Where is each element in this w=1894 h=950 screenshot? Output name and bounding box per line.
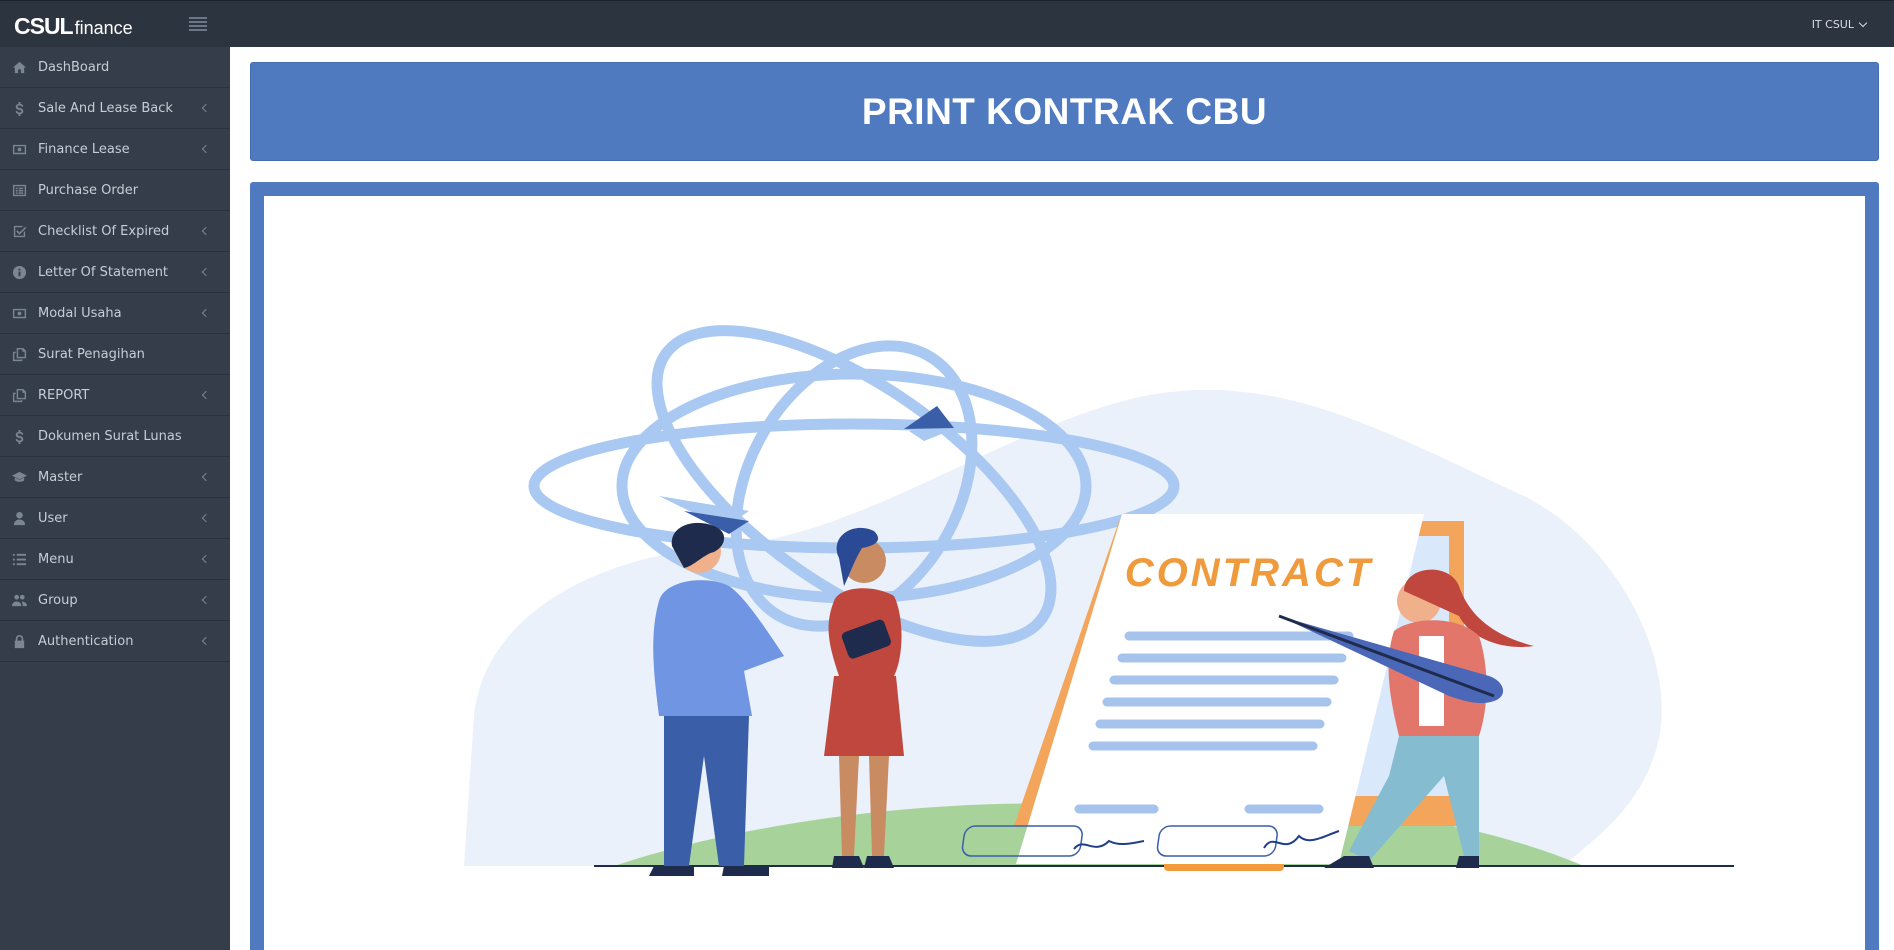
home-icon [11, 60, 28, 75]
sidebar-item-sale-and-lease-back[interactable]: Sale And Lease Back [0, 88, 230, 129]
sidebar-item-label: Authentication [38, 633, 134, 649]
sidebar-item-purchase-order[interactable]: Purchase Order [0, 170, 230, 211]
graduation-cap-icon [11, 470, 28, 485]
contract-illustration: CONTRACT [464, 325, 1734, 876]
money-icon [11, 306, 28, 321]
copy-icon [11, 347, 28, 362]
sidebar-item-label: Finance Lease [38, 141, 130, 157]
sidebar-item-group[interactable]: Group [0, 580, 230, 621]
dollar-icon [11, 101, 28, 116]
page-title-banner: PRINT KONTRAK CBU [250, 62, 1879, 161]
chevron-left-icon [201, 267, 211, 277]
sidebar-item-modal-usaha[interactable]: Modal Usaha [0, 293, 230, 334]
copy-icon [11, 388, 28, 403]
sidebar-item-surat-penagihan[interactable]: Surat Penagihan [0, 334, 230, 375]
lock-icon [11, 634, 28, 649]
sidebar-item-label: Dokumen Surat Lunas [38, 428, 182, 444]
sidebar: DashBoard Sale And Lease Back Finance Leas… [0, 47, 230, 950]
chevron-left-icon [201, 390, 211, 400]
user-menu-label: IT CSUL [1811, 18, 1854, 31]
brand-sub-text: finance [74, 18, 133, 38]
sidebar-item-report[interactable]: REPORT [0, 375, 230, 416]
chevron-left-icon [201, 144, 211, 154]
chevron-left-icon [201, 308, 211, 318]
sidebar-item-master[interactable]: Master [0, 457, 230, 498]
sidebar-item-label: Purchase Order [38, 182, 139, 198]
list-alt-icon [11, 183, 28, 198]
brand-logo[interactable]: CSUL finance [14, 13, 133, 39]
chevron-left-icon [201, 513, 211, 523]
check-square-icon [11, 224, 28, 239]
sidebar-item-user[interactable]: User [0, 498, 230, 539]
sidebar-item-label: Checklist Of Expired [38, 223, 170, 239]
sidebar-item-label: Sale And Lease Back [38, 100, 173, 116]
chevron-left-icon [201, 226, 211, 236]
contract-heading: CONTRACT [1125, 551, 1374, 595]
info-circle-icon [11, 265, 28, 280]
sidebar-item-label: User [38, 510, 68, 526]
main-content: PRINT KONTRAK CBU CONTRACT [230, 47, 1894, 950]
illustration-panel: CONTRACT [250, 182, 1879, 950]
chevron-left-icon [201, 636, 211, 646]
sidebar-item-menu[interactable]: Menu [0, 539, 230, 580]
sidebar-item-authentication[interactable]: Authentication [0, 621, 230, 662]
top-navbar: CSUL finance IT CSUL [0, 0, 1894, 47]
sidebar-item-label: REPORT [38, 387, 90, 403]
chevron-left-icon [201, 472, 211, 482]
sidebar-item-checklist-of-expired[interactable]: Checklist Of Expired [0, 211, 230, 252]
page-title: PRINT KONTRAK CBU [861, 90, 1268, 132]
sidebar-item-finance-lease[interactable]: Finance Lease [0, 129, 230, 170]
user-icon [11, 511, 28, 526]
sidebar-item-label: Surat Penagihan [38, 346, 145, 362]
illustration-canvas: CONTRACT [264, 196, 1865, 950]
chevron-left-icon [201, 595, 211, 605]
users-icon [11, 593, 28, 608]
sidebar-item-label: Group [38, 592, 78, 608]
sidebar-item-label: Modal Usaha [38, 305, 122, 321]
sidebar-toggle-icon[interactable] [189, 17, 207, 31]
sidebar-item-dashboard[interactable]: DashBoard [0, 47, 230, 88]
chevron-down-icon [1858, 18, 1868, 27]
user-menu-dropdown[interactable]: IT CSUL [1811, 18, 1868, 31]
brand-main-text: CSUL [14, 13, 74, 39]
sidebar-item-letter-of-statement[interactable]: Letter Of Statement [0, 252, 230, 293]
money-icon [11, 142, 28, 157]
chevron-left-icon [201, 554, 211, 564]
sidebar-item-label: Menu [38, 551, 74, 567]
list-icon [11, 552, 28, 567]
sidebar-item-label: DashBoard [38, 59, 110, 75]
sidebar-item-dokumen-surat-lunas[interactable]: Dokumen Surat Lunas [0, 416, 230, 457]
dollar-icon [11, 429, 28, 444]
chevron-left-icon [201, 103, 211, 113]
sidebar-item-label: Master [38, 469, 83, 485]
sidebar-item-label: Letter Of Statement [38, 264, 169, 280]
